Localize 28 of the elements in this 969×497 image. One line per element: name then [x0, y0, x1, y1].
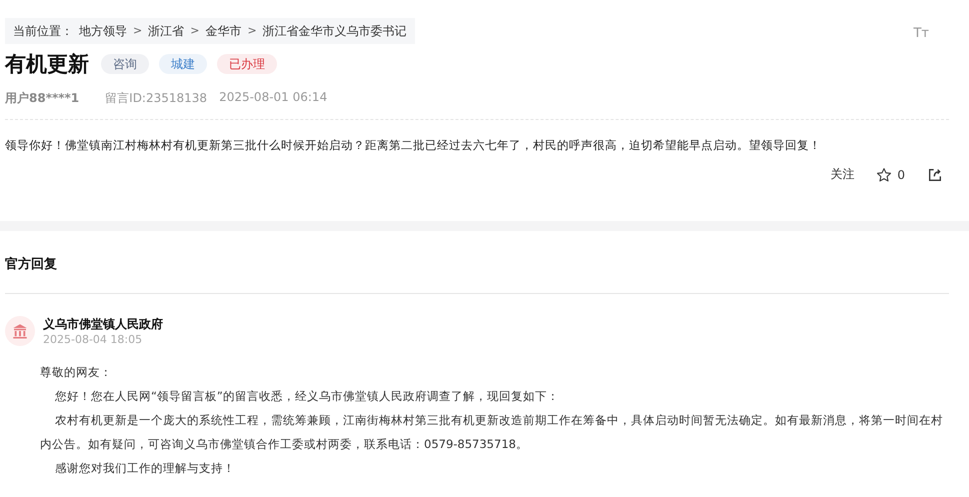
message-time: 2025-08-01 06:14 — [219, 90, 328, 106]
reply-time: 2025-08-04 18:05 — [43, 332, 144, 348]
reply-paragraph: 农村有机更新是一个庞大的系统性工程，需统筹兼顾，江南街梅林村第三批有机更新改造前期工作在筹备中，具体启动时间暂无法确定。如有最新消息，将第一时间在村内公告。如有疑问，可咨询义乌市佛堂镇合作工委或村两委，联系电话：0579-85735718。 — [40, 412, 944, 453]
breadcrumb-label: 当前位置： — [13, 23, 73, 40]
message-title: 有机更新 — [5, 51, 89, 78]
like-button[interactable]: 0 — [872, 164, 909, 185]
message-id: 留言ID:23518138 — [105, 90, 208, 107]
reply-paragraph: 您好！您在人民网“领导留言板”的留言收悉，经义乌市佛堂镇人民政府调查了解，现回复如下： — [54, 388, 560, 405]
message-text: 领导你好！佛堂镇南江村梅林村有机更新第三批什么时候开始启动？距离第二批已经过去六七年了，村民的呼声很高，迫切希望能早点启动。望领导回复！ — [5, 119, 949, 154]
share-icon — [927, 166, 943, 182]
breadcrumb-separator: > — [190, 23, 200, 39]
reply-paragraph: 感谢您对我们工作的理解与支持！ — [54, 460, 236, 477]
breadcrumb-separator: > — [247, 23, 257, 39]
star-icon — [876, 166, 892, 182]
tag: 咨询 — [101, 54, 149, 74]
reply-paragraph: 尊敬的网友： — [40, 364, 113, 381]
organization-name: 义乌市佛堂镇人民政府 — [43, 316, 163, 332]
reply-heading: 官方回复 — [5, 231, 949, 294]
tag: 城建 — [159, 54, 207, 74]
user-name: 用户88****1 — [5, 90, 80, 107]
breadcrumb-link[interactable]: 金华市 — [205, 22, 242, 40]
tag: 已办理 — [217, 54, 277, 74]
breadcrumb-link[interactable]: 浙江省 — [148, 22, 184, 40]
breadcrumb-link[interactable]: 浙江省金华市义乌市委书记 — [262, 22, 407, 40]
breadcrumb-link[interactable]: 地方领导 — [79, 22, 127, 40]
government-building-icon — [5, 316, 35, 346]
follow-button[interactable]: 关注 — [826, 164, 858, 185]
breadcrumb-separator: > — [133, 23, 142, 39]
